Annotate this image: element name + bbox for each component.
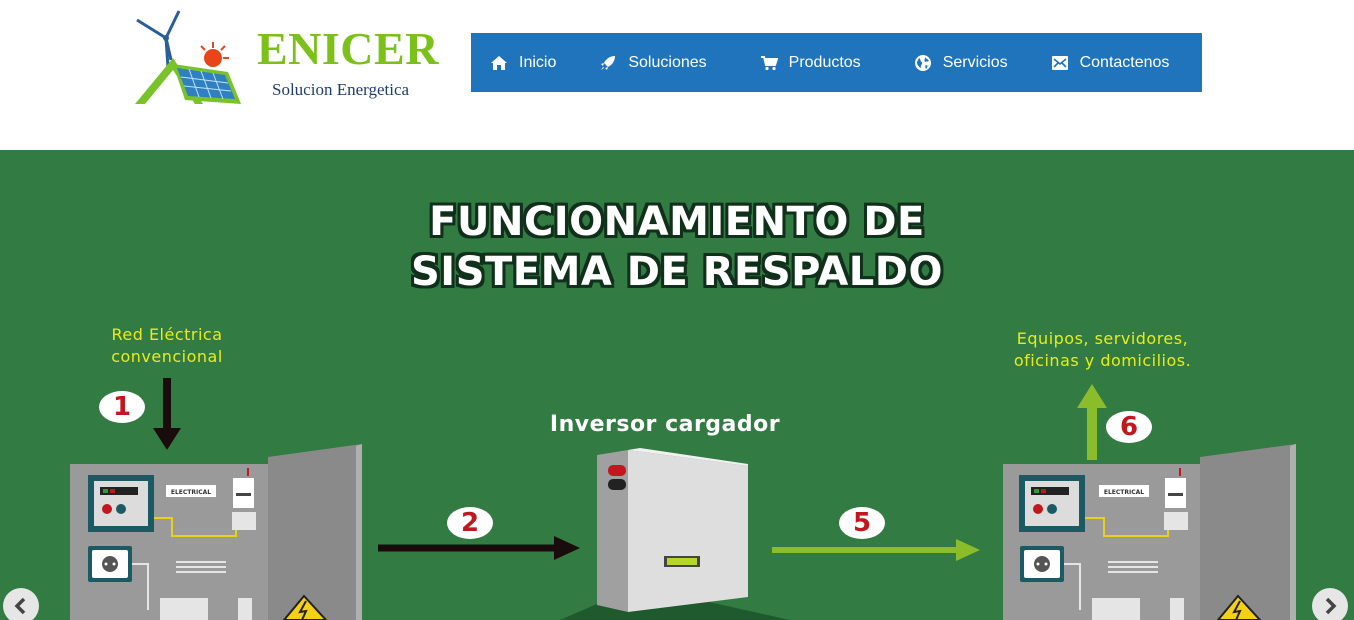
devices-label: Equipos, servidores, oficinas y domicili…	[975, 328, 1230, 372]
grid-label: Red Eléctrica convencional	[82, 324, 252, 368]
inverter-label: Inversor cargador	[549, 412, 781, 437]
banner-title-line2: SISTEMA DE RESPALDO	[411, 249, 943, 295]
nav-label: Inicio	[519, 53, 557, 71]
carousel-next-button[interactable]	[1312, 588, 1348, 620]
home-icon	[490, 54, 508, 72]
rocket-icon	[599, 54, 617, 72]
brand-name: ENICER	[257, 23, 439, 74]
banner-title-line1: FUNCIONAMIENTO DE	[429, 199, 925, 245]
step-badge-6: 6	[1106, 411, 1152, 443]
left-electrical-panel: ELECTRICAL	[70, 444, 362, 620]
nav-label: Soluciones	[628, 53, 707, 71]
nav-label: Servicios	[942, 53, 1008, 71]
nav-item-contactenos[interactable]: Contactenos	[1051, 33, 1170, 92]
chevron-left-icon	[14, 597, 26, 615]
nav-label: Contactenos	[1079, 53, 1170, 71]
panel-tag-right: ELECTRICAL	[1104, 489, 1144, 496]
nav-item-productos[interactable]: Productos	[760, 33, 861, 92]
grid-label-line2: convencional	[111, 347, 223, 366]
devices-label-line1: Equipos, servidores,	[1016, 329, 1189, 348]
panel-tag-left: ELECTRICAL	[171, 489, 211, 496]
site-header: ENICER Solucion Energetica Inicio Soluci…	[0, 0, 1354, 150]
cart-icon	[760, 54, 778, 72]
wind-solar-house-logo	[135, 10, 241, 104]
right-electrical-panel: ELECTRICAL	[1003, 444, 1296, 620]
main-nav: Inicio Soluciones Productos Servicios Co…	[471, 33, 1202, 92]
devices-label-line2: oficinas y domicilios.	[1013, 351, 1192, 370]
nav-item-servicios[interactable]: Servicios	[914, 33, 1008, 92]
carousel-prev-button[interactable]	[3, 588, 39, 620]
grid-label-line1: Red Eléctrica	[111, 325, 223, 344]
nav-label: Productos	[788, 53, 861, 71]
brand-tagline: Solucion Energetica	[272, 80, 410, 99]
inverter-charger	[560, 448, 790, 620]
hero-banner: ELECTRICAL ELECTRICAL FUNCIONAMIENTO DE …	[0, 150, 1354, 620]
step-badge-2: 2	[447, 507, 493, 539]
chevron-right-icon	[1325, 597, 1337, 615]
step-badge-1: 1	[99, 391, 145, 423]
envelope-icon	[1051, 54, 1069, 72]
logo[interactable]: ENICER Solucion Energetica	[133, 8, 453, 108]
nav-item-inicio[interactable]: Inicio	[490, 33, 556, 92]
nav-item-soluciones[interactable]: Soluciones	[599, 33, 707, 92]
step-badge-5: 5	[839, 507, 885, 539]
globe-icon	[914, 54, 932, 72]
